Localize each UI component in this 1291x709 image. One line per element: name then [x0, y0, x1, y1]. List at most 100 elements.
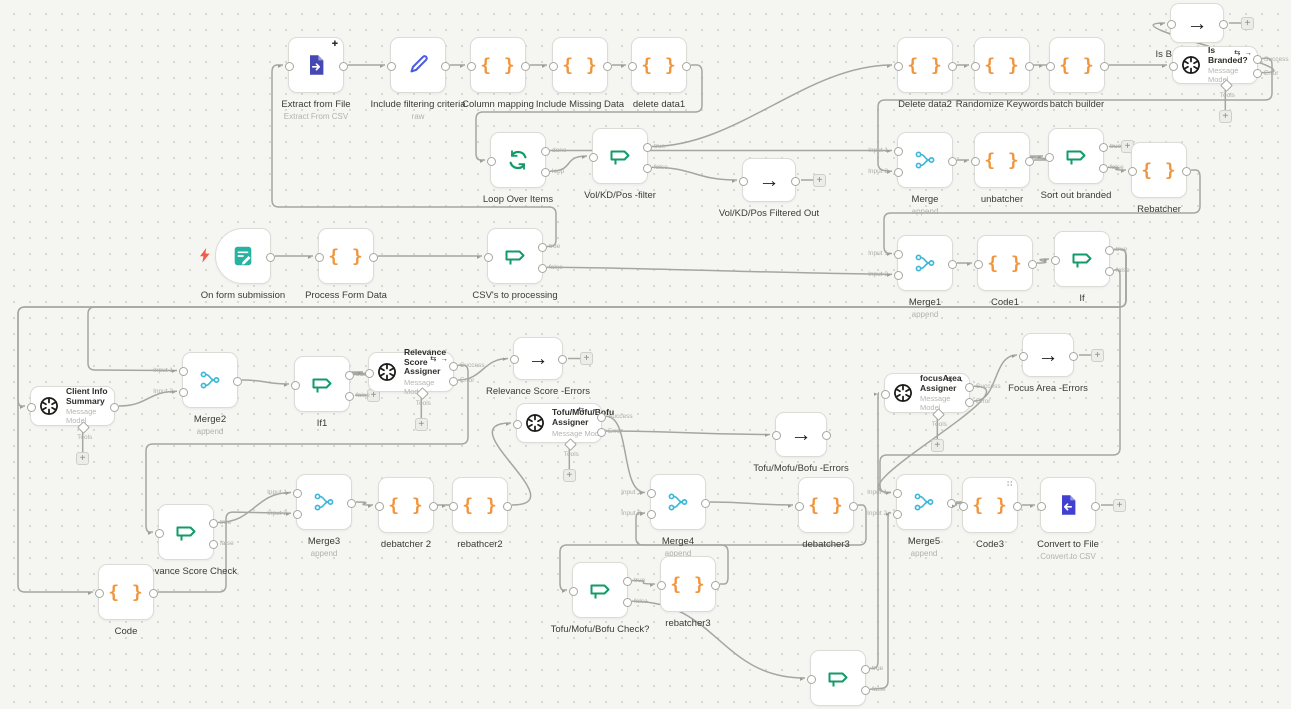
input-port[interactable] [155, 529, 164, 538]
input-port[interactable] [647, 510, 656, 519]
node-box-merge4[interactable]: ▸Input 1▸Input 2 [650, 474, 706, 530]
output-port[interactable] [345, 371, 354, 380]
node-volkd-filtered-out[interactable]: →▸Vol/KD/Pos Filtered Out [742, 158, 796, 202]
node-box-if1[interactable]: ▸truefalse [294, 356, 350, 412]
node-box-delete-data1[interactable]: { }▸ [631, 37, 687, 93]
input-port[interactable] [894, 62, 903, 71]
node-tofu-check[interactable]: ▸truefalseTofu/Mofu/Bofu Check? [572, 562, 628, 618]
input-port[interactable] [971, 62, 980, 71]
input-port[interactable] [971, 157, 980, 166]
node-delete-data2[interactable]: { }▸Delete data2 [897, 37, 953, 93]
node-box-batch-builder[interactable]: { }▸ [1049, 37, 1105, 93]
add-node-button[interactable]: + [580, 352, 593, 365]
node-box-focus-errors[interactable]: →▸ [1022, 333, 1074, 377]
node-code[interactable]: { }▸Code [98, 564, 154, 620]
output-port[interactable] [449, 377, 458, 386]
add-tool-button[interactable]: + [931, 439, 944, 452]
node-merge1[interactable]: ▸Input 1▸Input 2Merge1append [897, 235, 953, 291]
input-port[interactable] [894, 250, 903, 259]
input-port[interactable] [894, 168, 903, 177]
output-port[interactable] [1105, 267, 1114, 276]
node-box-rebathcer2[interactable]: { }▸ [452, 477, 508, 533]
node-box-column-mapping[interactable]: { }▸ [470, 37, 526, 93]
node-box-merge2[interactable]: ▸Input 1▸Input 2 [182, 352, 238, 408]
node-box-is-branded[interactable]: Is Branded?Message Model⇆ →▸SuccessError… [1172, 46, 1258, 84]
input-port[interactable] [959, 502, 968, 511]
input-port[interactable] [807, 675, 816, 684]
output-port[interactable] [345, 392, 354, 401]
output-port[interactable] [849, 502, 858, 511]
workflow-canvas[interactable]: ✚▸Extract from FileExtract From CSV▸Incl… [0, 0, 1291, 709]
node-debatcher2[interactable]: { }▸debatcher 2 [378, 477, 434, 533]
node-rebathcer2[interactable]: { }▸rebathcer2 [452, 477, 508, 533]
node-box-volkd-filter[interactable]: ▸truefalse [592, 128, 648, 184]
output-port[interactable] [1219, 20, 1228, 29]
node-box-volkd-filtered-out[interactable]: →▸ [742, 158, 796, 202]
output-port[interactable] [266, 253, 275, 262]
output-port[interactable] [623, 598, 632, 607]
input-port[interactable] [179, 388, 188, 397]
output-port[interactable] [521, 62, 530, 71]
node-box-delete-data2[interactable]: { }▸ [897, 37, 953, 93]
output-port[interactable] [1069, 352, 1078, 361]
node-box-process-form[interactable]: { }▸ [318, 228, 374, 284]
output-port[interactable] [441, 62, 450, 71]
node-box-extract-file[interactable]: ✚▸ [288, 37, 344, 93]
node-form-trigger[interactable]: On form submission [215, 228, 271, 284]
node-if1[interactable]: ▸truefalseIf1 [294, 356, 350, 412]
input-port[interactable] [894, 147, 903, 156]
input-port[interactable] [881, 390, 890, 399]
input-port[interactable] [1037, 502, 1046, 511]
output-port[interactable] [822, 431, 831, 440]
node-randomize-keywords[interactable]: { }▸Randomize Keywords [974, 37, 1030, 93]
input-port[interactable] [894, 271, 903, 280]
input-port[interactable] [1019, 352, 1028, 361]
input-port[interactable] [893, 510, 902, 519]
input-port[interactable] [449, 502, 458, 511]
add-node-button[interactable]: + [1241, 17, 1254, 30]
input-port[interactable] [1046, 62, 1055, 71]
output-port[interactable] [682, 62, 691, 71]
node-box-include-filtering[interactable]: ▸ [390, 37, 446, 93]
output-port[interactable] [1091, 502, 1100, 511]
node-unbatcher[interactable]: { }▸unbatcher [974, 132, 1030, 188]
output-port[interactable] [597, 428, 606, 437]
input-port[interactable] [510, 355, 519, 364]
node-convert-file[interactable]: ▸Convert to FileConvert to CSV [1040, 477, 1096, 533]
node-focus-errors[interactable]: →▸Focus Area -Errors [1022, 333, 1074, 377]
input-port[interactable] [1128, 167, 1137, 176]
node-is-branded[interactable]: Is Branded?Message Model⇆ →▸SuccessError… [1172, 46, 1258, 84]
output-port[interactable] [1099, 164, 1108, 173]
output-port[interactable] [110, 403, 119, 412]
node-box-merge3[interactable]: ▸Input 1▸Input 2 [296, 474, 352, 530]
input-port[interactable] [293, 489, 302, 498]
output-port[interactable] [1025, 157, 1034, 166]
node-box-psc[interactable]: ▸truefalse [810, 650, 866, 706]
input-port[interactable] [1169, 62, 1178, 71]
node-code1[interactable]: { }▸Code1 [977, 235, 1033, 291]
output-port[interactable] [701, 499, 710, 508]
output-port[interactable] [538, 243, 547, 252]
node-csv-processing[interactable]: ▸truefalseCSV's to processing [487, 228, 543, 284]
output-port[interactable] [965, 398, 974, 407]
input-port[interactable] [387, 62, 396, 71]
node-volkd-filter[interactable]: ▸truefalseVol/KD/Pos -filter [592, 128, 648, 184]
output-port[interactable] [965, 383, 974, 392]
node-box-merge5[interactable]: ▸Input 1▸Input 2 [896, 474, 952, 530]
add-tool-button[interactable]: + [563, 469, 576, 482]
output-port[interactable] [541, 168, 550, 177]
node-include-missing[interactable]: { }▸Include Missing Data [552, 37, 608, 93]
output-port[interactable] [861, 665, 870, 674]
node-box-rebatcher[interactable]: { }▸ [1131, 142, 1187, 198]
output-port[interactable] [233, 377, 242, 386]
input-port[interactable] [589, 153, 598, 162]
output-port[interactable] [1100, 62, 1109, 71]
node-box-code3[interactable]: { }∷▸ [962, 477, 1018, 533]
node-merge3[interactable]: ▸Input 1▸Input 2Merge3append [296, 474, 352, 530]
node-box-unbatcher[interactable]: { }▸ [974, 132, 1030, 188]
node-box-client-info[interactable]: Client Info SummaryMessage Model▸Tools [30, 386, 115, 426]
node-box-merge1[interactable]: ▸Input 1▸Input 2 [897, 235, 953, 291]
input-port[interactable] [291, 381, 300, 390]
add-node-button[interactable]: + [1113, 499, 1126, 512]
output-port[interactable] [643, 164, 652, 173]
